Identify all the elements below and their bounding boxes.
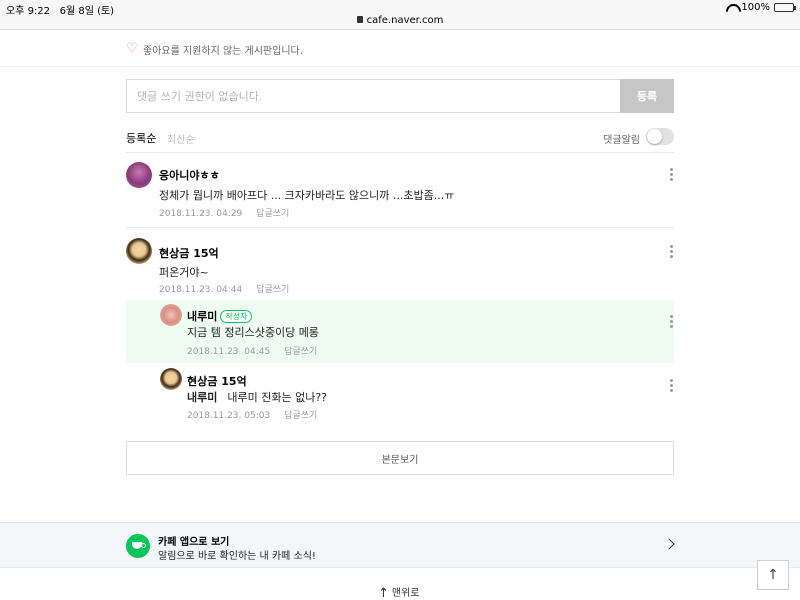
author-badge: 작성자 bbox=[220, 310, 253, 323]
more-icon[interactable] bbox=[670, 379, 674, 394]
reply-nickname[interactable]: 내루미 작성자 bbox=[187, 308, 253, 324]
reply-meta: 2018.11.23. 05:03 답글쓰기 bbox=[187, 408, 317, 421]
comment-text: 정체가 뭡니까 배아프다 ... 크자카바라도 않으니까 ...초밥좀...ㅠ bbox=[159, 189, 455, 202]
avatar[interactable] bbox=[126, 238, 152, 264]
divider bbox=[126, 227, 674, 228]
battery-percent: 100% bbox=[741, 2, 770, 13]
comment-notify-label: 댓글알림 bbox=[603, 135, 640, 146]
comment-item: 현상금 15억 퍼온거야~ 2018.11.23. 04:44 답글쓰기 bbox=[126, 236, 674, 300]
like-notice-row: ♡ 좋아요를 지원하지 않는 게시판입니다. bbox=[0, 31, 800, 67]
wifi-icon bbox=[726, 4, 737, 12]
more-icon[interactable] bbox=[670, 315, 674, 330]
sort-option-registered[interactable]: 등록순 bbox=[126, 130, 156, 146]
comment-input-box[interactable] bbox=[126, 79, 620, 113]
reply-item: 현상금 15억 내루미 내루미 진화는 없나?? 2018.11.23. 05:0… bbox=[126, 364, 674, 424]
toggle-knob bbox=[647, 129, 662, 144]
comment-date: 2018.11.23. 04:29 bbox=[159, 209, 243, 219]
reply-text: 지금 템 정리스샷중이당 메롱 bbox=[187, 326, 319, 339]
comment-meta: 2018.11.23. 04:44 답글쓰기 bbox=[159, 282, 289, 295]
reply-button[interactable]: 답글쓰기 bbox=[284, 411, 317, 421]
comment-nickname[interactable]: 응아니야ㅎㅎ bbox=[159, 167, 220, 183]
comment-input[interactable] bbox=[127, 80, 620, 112]
avatar[interactable] bbox=[160, 304, 182, 326]
reply-button[interactable]: 답글쓰기 bbox=[284, 347, 317, 357]
comment-nickname[interactable]: 현상금 15억 bbox=[159, 245, 219, 261]
reply-meta: 2018.11.23. 04:45 답글쓰기 bbox=[187, 344, 317, 357]
status-bar: 오후 9:22 6월 8일 (토) cafe.naver.com 100% bbox=[0, 0, 800, 30]
url-text: cafe.naver.com bbox=[366, 15, 444, 26]
comment-text: 퍼온거야~ bbox=[159, 266, 209, 279]
reply-button[interactable]: 답글쓰기 bbox=[256, 285, 289, 295]
avatar[interactable] bbox=[126, 162, 152, 188]
submit-comment-button[interactable]: 등록 bbox=[620, 79, 674, 113]
comment-meta: 2018.11.23. 04:29 답글쓰기 bbox=[159, 206, 289, 219]
reply-date: 2018.11.23. 04:45 bbox=[187, 347, 271, 357]
cafe-app-icon bbox=[126, 534, 150, 558]
avatar[interactable] bbox=[160, 368, 182, 390]
lock-icon bbox=[356, 16, 363, 23]
go-top-link[interactable]: ↑ 맨위로 bbox=[378, 584, 420, 600]
app-banner[interactable]: 카페 앱으로 보기 알림으로 바로 확인하는 내 카페 소식! bbox=[0, 522, 800, 568]
more-icon[interactable] bbox=[670, 168, 674, 183]
heart-icon: ♡ bbox=[126, 41, 138, 56]
app-banner-description: 알림으로 바로 확인하는 내 카페 소식! bbox=[158, 551, 316, 562]
chevron-right-icon bbox=[663, 538, 675, 550]
sort-row: 등록순 최신순 댓글알림 bbox=[126, 128, 674, 148]
more-icon[interactable] bbox=[670, 245, 674, 260]
battery-icon bbox=[774, 3, 796, 12]
arrow-up-icon: ↑ bbox=[378, 586, 389, 600]
comment-item: 응아니야ㅎㅎ 정체가 뭡니까 배아프다 ... 크자카바라도 않으니까 ...초… bbox=[126, 160, 674, 226]
app-banner-title: 카페 앱으로 보기 bbox=[158, 537, 230, 548]
scroll-top-button[interactable]: ↑ bbox=[757, 560, 789, 590]
arrow-up-icon: ↑ bbox=[767, 567, 779, 583]
status-right: 100% bbox=[726, 2, 796, 13]
comment-notify-toggle[interactable] bbox=[646, 128, 674, 145]
sort-option-latest[interactable]: 최신순 bbox=[167, 131, 195, 146]
reply-nickname-text: 내루미 bbox=[187, 310, 218, 323]
reply-button[interactable]: 답글쓰기 bbox=[256, 209, 289, 219]
view-article-button[interactable]: 본문보기 bbox=[126, 441, 674, 475]
reply-date: 2018.11.23. 05:03 bbox=[187, 411, 271, 421]
reply-item-highlighted: 내루미 작성자 지금 템 정리스샷중이당 메롱 2018.11.23. 04:45… bbox=[126, 300, 674, 363]
like-notice-text: 좋아요를 지원하지 않는 게시판입니다. bbox=[143, 46, 303, 57]
mention-tag[interactable]: 내루미 bbox=[187, 391, 217, 404]
address-bar[interactable]: cafe.naver.com bbox=[0, 15, 800, 26]
divider bbox=[126, 152, 674, 153]
go-top-label: 맨위로 bbox=[391, 588, 420, 599]
reply-text: 내루미 내루미 진화는 없나?? bbox=[187, 389, 327, 405]
reply-nickname[interactable]: 현상금 15억 bbox=[187, 373, 247, 389]
reply-message: 내루미 진화는 없나?? bbox=[227, 391, 328, 404]
comment-date: 2018.11.23. 04:44 bbox=[159, 285, 243, 295]
